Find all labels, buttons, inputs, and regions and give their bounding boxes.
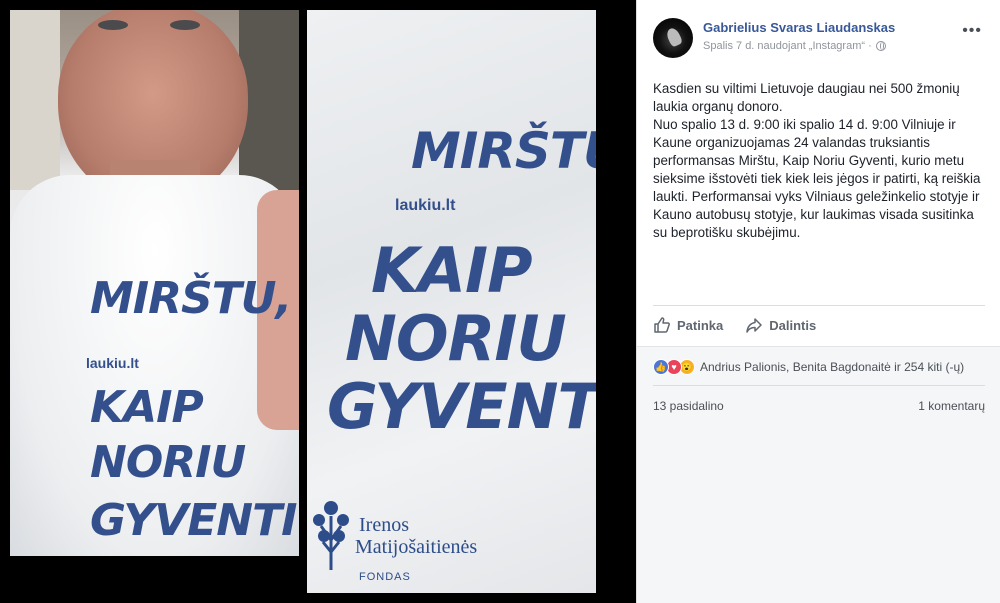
print-noriu-left: NORIU <box>90 437 246 488</box>
print-gyventi-right: GYVENTI <box>327 370 596 443</box>
logo-text-line2: Matijošaitienės <box>355 536 478 558</box>
print-site-right: laukiu.lt <box>395 197 456 214</box>
author-name[interactable]: Gabrielius Svaras Liaudanskas <box>703 20 895 35</box>
thumbs-up-icon <box>654 317 670 333</box>
post-text-line: Kasdien su viltimi Lietuvoje daugiau nei… <box>653 81 960 114</box>
eye-left <box>98 20 128 30</box>
post-text-line: Nuo spalio 13 d. 9:00 iki spalio 14 d. 9… <box>653 117 981 240</box>
logo-text-line1: Irenos <box>359 514 409 536</box>
post-meta: Spalis 7 d. naudojant „Instagram“ · <box>703 40 886 52</box>
avatar-figure <box>664 26 684 48</box>
print-gyventi-left: GYVENTI <box>90 495 298 546</box>
reactions-section: 👍 ♥ 😮 Andrius Palionis, Benita Bagdonait… <box>637 346 1000 603</box>
post-text: Kasdien su viltimi Lietuvoje daugiau nei… <box>653 80 989 242</box>
divider <box>653 385 985 386</box>
divider <box>653 305 985 306</box>
avatar[interactable] <box>653 18 693 58</box>
post-media[interactable]: MIRŠTU, laukiu.lt KAIP NORIU GYVENTI MIR… <box>0 0 606 603</box>
globe-icon <box>875 41 886 51</box>
like-reaction-icon: 👍 <box>653 359 669 375</box>
tree-logo-icon <box>313 501 349 570</box>
share-arrow-icon <box>746 318 762 333</box>
more-options-icon[interactable]: ••• <box>962 23 982 39</box>
print-kaip-left: KAIP <box>90 382 204 433</box>
selfie-photo[interactable]: MIRŠTU, laukiu.lt KAIP NORIU GYVENTI <box>10 10 299 556</box>
tshirt-photo[interactable]: MIRŠTU, laukiu.lt KAIP NORIU GYVENTI Ire… <box>307 10 596 593</box>
reactions-text: Andrius Palionis, Benita Bagdonaitė ir 2… <box>700 360 965 374</box>
print-mirstu-right: MIRŠTU, <box>411 122 596 180</box>
like-label: Patinka <box>677 317 724 333</box>
reactions-summary[interactable]: 👍 ♥ 😮 Andrius Palionis, Benita Bagdonait… <box>653 359 964 375</box>
comments-count[interactable]: 1 komentarų <box>918 399 985 413</box>
print-mirstu-left: MIRŠTU, <box>90 273 292 324</box>
background-door <box>10 10 60 190</box>
logo-text-sub: FONDAS <box>359 571 411 583</box>
post-actions: Patinka Dalintis <box>653 316 816 334</box>
shares-count[interactable]: 13 pasidalino <box>653 399 724 413</box>
share-button[interactable]: Dalintis <box>745 316 816 334</box>
print-site-left: laukiu.lt <box>86 355 139 371</box>
share-label: Dalintis <box>769 317 817 333</box>
print-kaip-right: KAIP <box>371 234 533 307</box>
post-timestamp[interactable]: Spalis 7 d. naudojant „Instagram“ · <box>703 40 872 52</box>
post-panel: Gabrielius Svaras Liaudanskas Spalis 7 d… <box>636 0 1000 603</box>
eye-right <box>170 20 200 30</box>
like-button[interactable]: Patinka <box>653 316 723 334</box>
print-noriu-right: NORIU <box>345 302 567 375</box>
